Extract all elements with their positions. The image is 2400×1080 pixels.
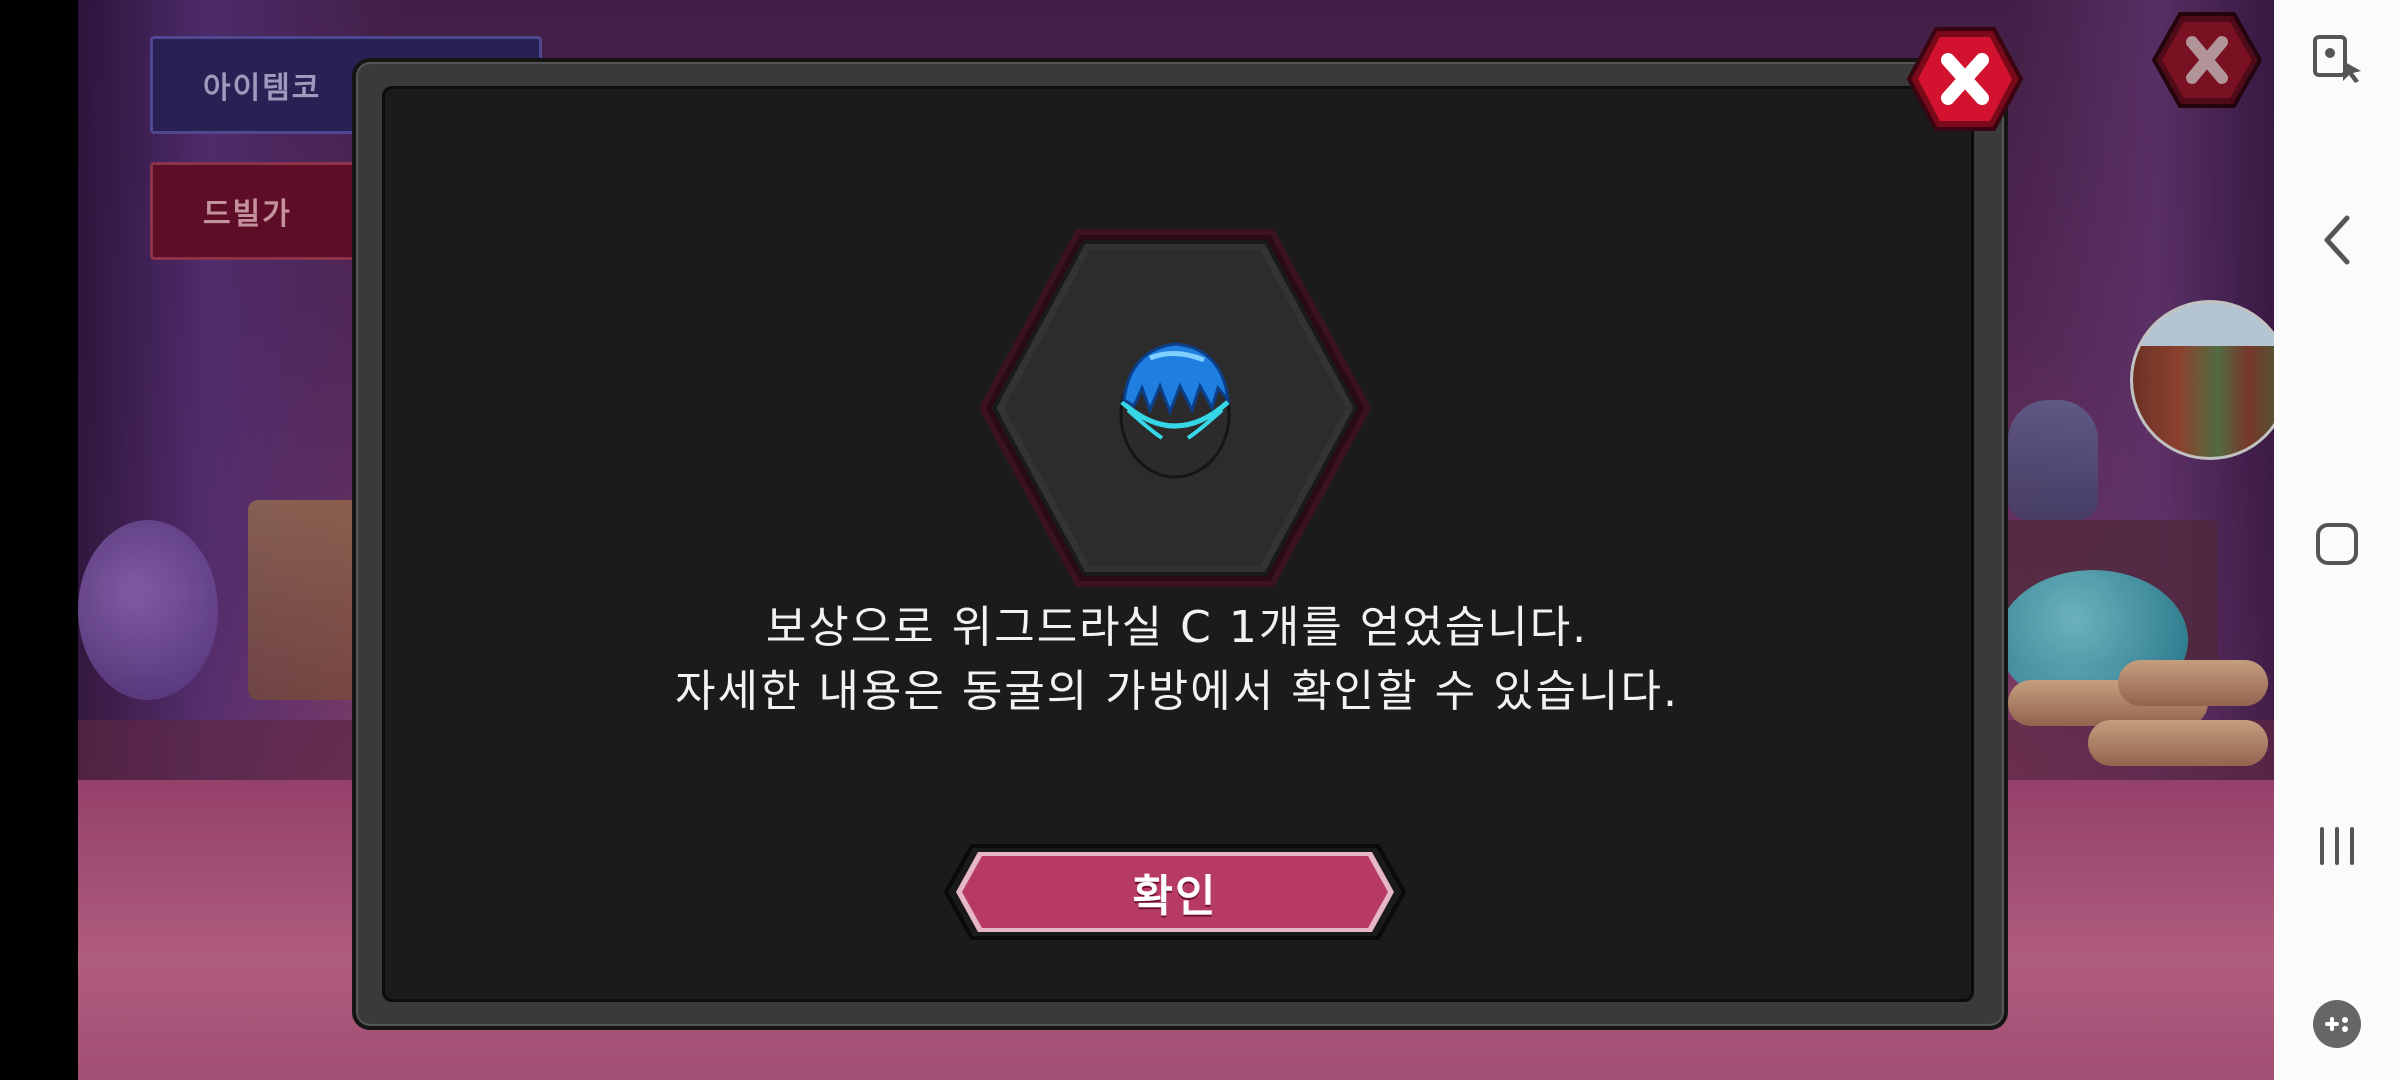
recent-apps-icon — [2320, 827, 2354, 865]
close-x-icon — [1906, 27, 2024, 131]
home-button[interactable] — [2274, 504, 2400, 584]
left-letterbox — [0, 0, 78, 1080]
reward-message-line1: 보상으로 위그드라실 C 1개를 얻었습니다. — [765, 602, 1589, 653]
back-button[interactable] — [2274, 200, 2400, 280]
blue-hair-egg-icon — [1119, 342, 1231, 479]
home-icon — [2316, 523, 2358, 565]
back-icon — [2324, 215, 2350, 265]
screen-pin-button[interactable] — [2274, 24, 2400, 94]
reward-message: 보상으로 위그드라실 C 1개를 얻었습니다. 자세한 내용은 동굴의 가방에서… — [382, 596, 1972, 724]
game-launcher-icon — [2313, 1000, 2361, 1048]
reward-message-line2: 자세한 내용은 동굴의 가방에서 확인할 수 있습니다. — [675, 666, 1679, 717]
confirm-label: 확인 — [1132, 871, 1218, 922]
game-launcher-button[interactable] — [2274, 984, 2400, 1064]
screen-pin-icon — [2313, 35, 2361, 83]
recent-apps-button[interactable] — [2274, 806, 2400, 886]
dialog-close-button[interactable] — [1906, 26, 2024, 132]
system-nav-bar — [2274, 0, 2400, 1080]
